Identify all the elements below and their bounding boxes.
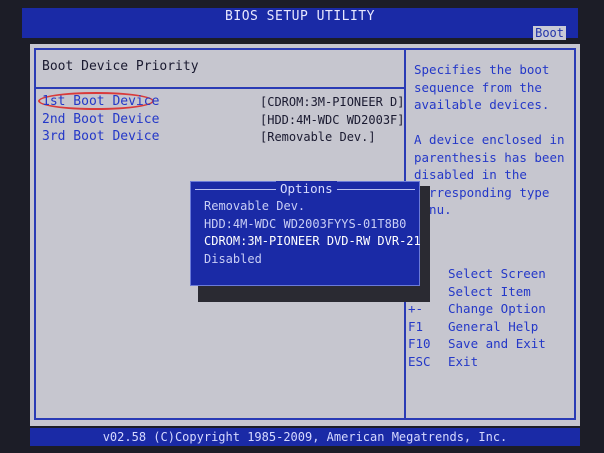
key-row-save-exit: F10 Save and Exit	[408, 336, 578, 354]
key-desc: Exit	[448, 353, 479, 369]
section-divider	[34, 87, 404, 89]
option-cdrom-selected[interactable]: CDROM:3M-PIONEER DVD-RW DVR-21	[204, 234, 421, 248]
key-legend: Select Screen ↑↓ Select Item +- Change O…	[408, 266, 578, 371]
boot-device-1-value[interactable]: [CDROM:3M-PIONEER D]	[260, 95, 405, 109]
key-row-select-item: ↑↓ Select Item	[408, 284, 578, 302]
option-hdd[interactable]: HDD:4M-WDC WD2003FYYS-01T8B0	[204, 217, 406, 231]
help-line: sequence from the	[414, 79, 542, 95]
key-row-select-screen: Select Screen	[408, 266, 578, 284]
help-line: corresponding type	[414, 184, 550, 200]
window-title: BIOS SETUP UTILITY	[225, 9, 375, 24]
key-f1: F1	[408, 318, 424, 334]
help-line: disabled in the	[414, 167, 527, 182]
key-row-general-help: F1 General Help	[408, 319, 578, 337]
help-line: menu.	[414, 202, 452, 217]
key-desc: Select Item	[448, 283, 531, 299]
key-row-change-option: +- Change Option	[408, 301, 578, 319]
boot-device-1-label[interactable]: 1st Boot Device	[42, 94, 159, 109]
key-plus-minus: +-	[408, 301, 424, 316]
options-popup-title: Options	[276, 181, 337, 196]
help-line: A device enclosed in	[414, 132, 565, 147]
boot-device-3-label[interactable]: 3rd Boot Device	[42, 129, 159, 144]
option-removable-dev[interactable]: Removable Dev.	[204, 199, 305, 213]
footer-copyright: v02.58 (C)Copyright 1985-2009, American …	[30, 428, 580, 446]
help-line	[414, 114, 574, 132]
boot-device-2-label[interactable]: 2nd Boot Device	[42, 112, 159, 127]
tab-boot[interactable]: Boot	[533, 26, 566, 40]
option-disabled[interactable]: Disabled	[204, 252, 262, 266]
key-desc: Select Screen	[448, 266, 546, 281]
boot-device-2-value[interactable]: [HDD:4M-WDC WD2003F]	[260, 113, 405, 127]
help-text: Specifies the boot sequence from the ava…	[414, 61, 574, 219]
key-desc: General Help	[448, 318, 539, 334]
section-title: Boot Device Priority	[42, 59, 199, 74]
help-line: Specifies the boot	[414, 62, 550, 77]
title-bar: BIOS SETUP UTILITY Boot	[22, 8, 578, 40]
key-desc: Save and Exit	[448, 336, 546, 351]
help-line: parenthesis has been	[414, 149, 565, 165]
key-f10: F10	[408, 336, 431, 351]
boot-device-3-value[interactable]: [Removable Dev.]	[260, 130, 376, 144]
help-line: available devices.	[414, 97, 550, 112]
key-esc: ESC	[408, 353, 431, 369]
key-desc: Change Option	[448, 301, 546, 316]
key-row-exit: ESC Exit	[408, 354, 578, 372]
